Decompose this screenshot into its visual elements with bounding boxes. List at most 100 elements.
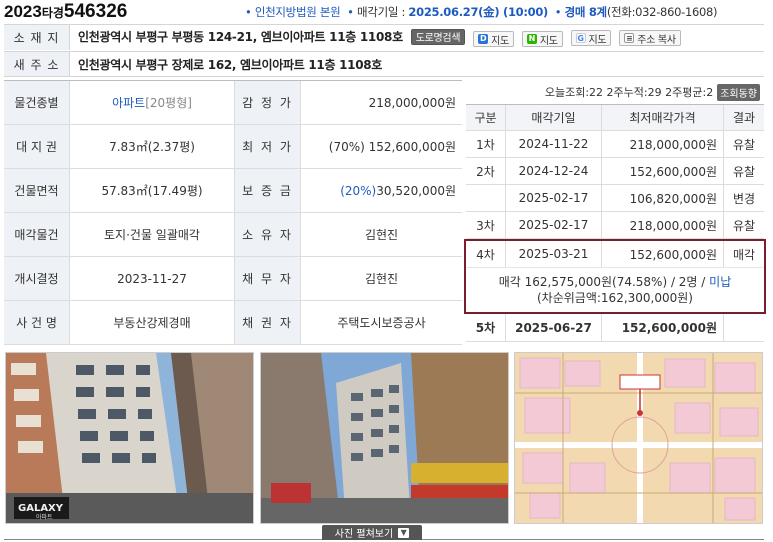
map-button-2-label: 지도 [539,35,558,47]
g-map-icon: G [575,33,586,43]
row-result: 매각 [732,247,756,262]
type-size: [20평형] [145,96,192,110]
table-row: 2025-02-17 106,820,000원 변경 [466,185,764,212]
row-round: 2차 [466,158,506,184]
bullet-icon: • [245,5,252,19]
case-number: 2023타경546326 [4,1,127,23]
row-result: 유찰 [732,137,756,152]
table-row: 3차 2025-02-17 218,000,000원 유찰 [466,212,764,239]
row-date: 2025-06-27 [506,314,602,341]
case-type: 타경 [41,6,64,20]
row-price: 152,600,000원 [602,314,724,341]
detail-grid: 물건종별 아파트 [20평형] 감 정 가 218,000,000원 대 지 권 … [4,80,462,345]
type-value: 아파트 [20평형] [70,81,235,124]
min-price-value: (70%) 152,600,000원 [328,140,456,154]
second-bid-amount: (차순위금액:162,300,000원) [537,291,693,305]
row-date: 2024-12-24 [506,158,602,184]
detail-row-case: 사 건 명 부동산강제경매 채 권 자 주택도시보증공사 [4,301,462,345]
d-map-icon: D [478,34,489,44]
division-phone: (전화:032-860-1608) [606,5,718,19]
debtor-value: 김현진 [364,272,399,286]
row-result: 변경 [732,191,756,206]
sale-amount: 매각 162,575,000원(74.58%) / 2명 / [498,275,710,289]
row-date: 2025-03-21 [506,241,602,267]
creditor-label: 채 권 자 [235,301,301,344]
building-exterior-photo: GALAXY 아파트 [6,353,253,523]
row-round [466,185,506,211]
owner-label: 소 유 자 [235,213,301,256]
map-button-1[interactable]: D 지도 [473,31,514,47]
start-decision-label: 개시결정 [4,257,70,300]
building-area-value: 57.83㎡(17.49평) [70,169,235,212]
deposit-amount: 30,520,000원 [376,184,456,198]
appraisal-value: 218,000,000원 [368,96,456,110]
row-round: 5차 [466,314,506,341]
owner-value: 김현진 [364,228,399,242]
deposit-value: (20%) 30,520,000원 [301,169,462,212]
address-value-wrap: 인천광역시 부평구 부평동 124-21, 엠브이아파트 11층 1108호 도… [70,28,681,47]
row-price: 152,600,000원 [602,241,724,267]
street-view-photo [261,353,508,523]
row-result [724,314,764,341]
division-link[interactable]: 경매 8계 [565,5,608,19]
bullet-icon: • [347,5,354,19]
new-address-row: 새 주 소 인천광역시 부평구 장제로 162, 엠브이아파트 11층 1108… [4,51,764,77]
n-map-icon: N [526,34,537,44]
sale-date-label: 매각기일 : [357,5,409,19]
start-decision-value: 2023-11-27 [70,257,235,300]
today-views-label: 오늘조회: [544,86,590,99]
row-result: 유찰 [732,164,756,179]
table-row: 4차 2025-03-21 152,600,000원 매각 [466,241,764,268]
debtor-label: 채 무 자 [235,257,301,300]
case-serial: 546326 [63,1,128,22]
apartment-sign-text: GALAXY [18,503,64,514]
address-value: 인천광역시 부평구 부평동 124-21, 엠브이아파트 11층 1108호 [78,30,403,44]
detail-row-sale-item: 매각물건 토지·건물 일괄매각 소 유 자 김현진 [4,213,462,257]
property-location-map[interactable] [514,352,763,524]
address-label: 소 재 지 [4,25,70,50]
row-date: 2025-02-17 [506,212,602,238]
sale-result-line: 매각 162,575,000원(74.58%) / 2명 / 미납 [499,274,732,290]
col-result: 결과 [732,111,756,125]
copy-icon: ≡ [624,33,635,43]
apartment-sign-subtext: 아파트 [36,513,53,521]
two-week-label: 2주누적: [606,86,648,99]
unpaid-link[interactable]: 미납 [709,275,731,289]
case-name-label: 사 건 명 [4,301,70,344]
type-link[interactable]: 아파트 [112,94,145,111]
row-result: 유찰 [732,218,756,233]
case-header: 2023타경546326 • 인천지방법원 본원 • 매각기일 : 2025.0… [0,0,773,24]
property-photo-2[interactable] [260,352,509,524]
table-row: 1차 2024-11-22 218,000,000원 유찰 [466,131,764,158]
deposit-rate: (20%) [340,183,377,198]
chevron-down-icon: ▼ [398,527,410,538]
table-row: 5차 2025-06-27 152,600,000원 [466,314,764,342]
expand-photos-label: 사진 펼쳐보기 [334,529,394,540]
view-trend-button[interactable]: 조회동향 [717,83,760,101]
map-button-1-label: 지도 [491,35,509,47]
row-price: 106,820,000원 [602,185,724,211]
col-price: 최저매각가격 [602,105,724,130]
property-photo-1[interactable]: GALAXY 아파트 [5,352,254,524]
map-button-2[interactable]: N 지도 [521,31,563,47]
history-header: 구분 매각기일 최저매각가격 결과 [466,105,764,131]
table-row: 2차 2024-12-24 152,600,000원 유찰 [466,158,764,185]
road-search-button[interactable]: 도로명검색 [410,28,466,45]
expand-photos-button[interactable]: 사진 펼쳐보기 ▼ [322,525,422,540]
building-area-label: 건물면적 [4,169,70,212]
auction-history-panel: 오늘조회: 22 2주누적: 29 2주평균: 2 조회동향 구분 매각기일 최… [464,80,766,342]
cadastral-map [515,353,762,523]
row-price: 218,000,000원 [602,131,724,157]
map-button-3[interactable]: G 지도 [570,30,612,46]
detail-row-land: 대 지 권 7.83㎡(2.37평) 최 저 가 (70%) 152,600,0… [4,125,462,169]
avg-label: 2주평균: [665,86,707,99]
sold-round-highlight: 4차 2025-03-21 152,600,000원 매각 매각 162,575… [464,239,766,314]
case-name-value: 부동산강제경매 [70,301,235,344]
row-round: 3차 [466,212,506,238]
copy-address-button[interactable]: ≡ 주소 복사 [619,30,681,46]
court-link[interactable]: 인천지방법원 본원 [255,5,341,19]
col-date: 매각기일 [506,105,602,130]
today-views: 22 [589,85,604,99]
sale-result-detail: 매각 162,575,000원(74.58%) / 2명 / 미납 (차순위금액… [466,268,764,312]
row-date: 2024-11-22 [506,131,602,157]
